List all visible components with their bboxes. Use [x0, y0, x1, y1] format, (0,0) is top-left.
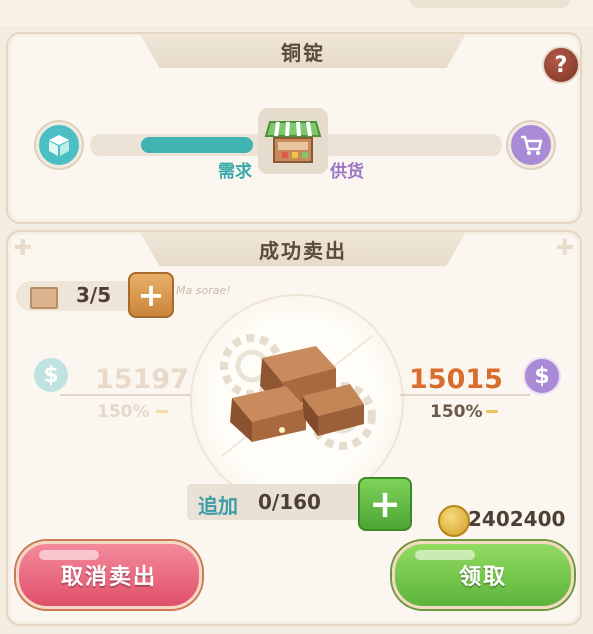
gold-coin-icon [438, 505, 470, 537]
gold-amount: 2402400 [468, 507, 566, 531]
scroll-icon [30, 287, 58, 309]
add-count: 0/160 [258, 490, 321, 514]
dash-icon [156, 410, 168, 413]
sell-price: 15015 [409, 364, 503, 395]
copper-ingot-icon [230, 346, 364, 442]
add-slot-button[interactable]: + [128, 272, 174, 318]
corner-flower-icon: ✚ [13, 236, 33, 261]
button-gloss [415, 550, 475, 560]
cancel-sale-button[interactable]: 取消卖出 [16, 541, 202, 609]
base-percent: 150% [97, 402, 150, 422]
sale-title: 成功卖出 [140, 232, 466, 266]
top-strip [0, 0, 593, 26]
dash-icon [486, 410, 498, 413]
demand-bar [141, 137, 253, 153]
slots-count: 3/5 [76, 283, 112, 307]
claim-button[interactable]: 领取 [392, 541, 574, 609]
market-title: 铜锭 [140, 34, 466, 68]
cancel-sale-label: 取消卖出 [60, 565, 157, 590]
shop-stall-icon [258, 108, 328, 174]
sell-percent: 150% [430, 402, 483, 422]
button-gloss [39, 550, 99, 560]
add-label: 追加 [198, 494, 238, 518]
supply-track [322, 134, 502, 156]
demand-label: 需求 [218, 162, 252, 182]
dollar-icon: $ [523, 357, 561, 395]
top-tab [410, 0, 570, 8]
add-quantity-button[interactable]: + [358, 477, 412, 531]
corner-flower-icon: ✚ [555, 236, 575, 261]
base-price: 15197 [95, 364, 189, 395]
claim-label: 领取 [458, 565, 507, 590]
demand-box-icon [36, 122, 82, 168]
help-button[interactable]: ? [542, 46, 580, 84]
cart-icon [508, 122, 554, 168]
dollar-icon: $ [34, 358, 68, 392]
supply-label: 供货 [330, 162, 364, 182]
